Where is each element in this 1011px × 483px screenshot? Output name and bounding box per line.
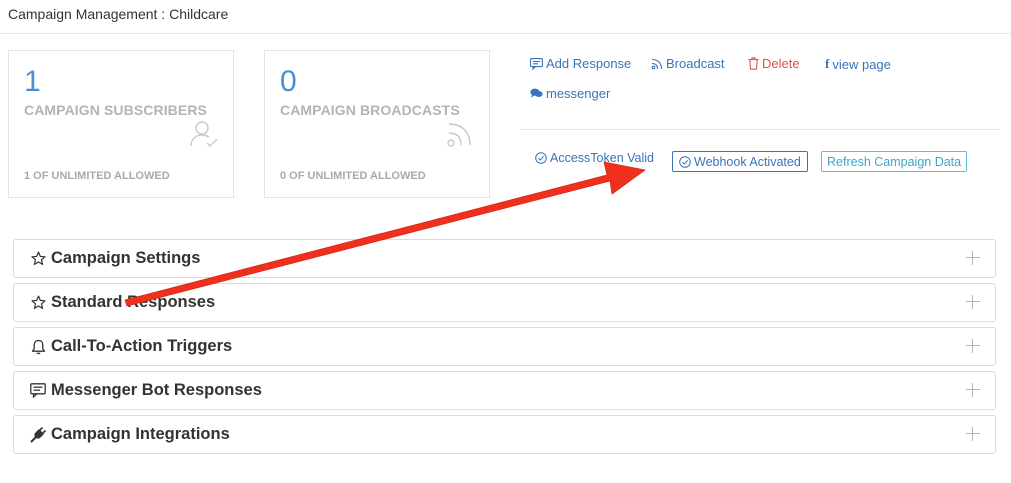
add-response-label: Add Response — [546, 56, 632, 71]
access-token-label: AccessToken Valid — [550, 151, 654, 165]
broadcasts-label: CAMPAIGN BROADCASTS — [280, 102, 460, 118]
panel-campaign-integrations[interactable]: Campaign Integrations — [13, 415, 996, 454]
refresh-campaign-button[interactable]: Refresh Campaign Data — [821, 151, 968, 172]
panel-campaign-settings[interactable]: Campaign Settings — [13, 239, 996, 278]
comment-icon — [530, 57, 543, 70]
user-check-icon — [190, 121, 218, 147]
delete-label: Delete — [762, 56, 800, 71]
subscribers-count: 1 — [24, 65, 41, 98]
panel-messenger-bot-responses[interactable]: Messenger Bot Responses — [13, 371, 996, 410]
facebook-icon: f — [825, 56, 830, 71]
plus-icon[interactable] — [965, 337, 981, 355]
subscribers-label: CAMPAIGN SUBSCRIBERS — [24, 102, 207, 118]
star-icon — [29, 250, 47, 268]
panel-standard-responses[interactable]: Standard Responses — [13, 283, 996, 322]
actions-divider — [520, 129, 1000, 130]
panel-title: Standard Responses — [51, 293, 216, 311]
refresh-label: Refresh Campaign Data — [827, 154, 962, 169]
plus-icon[interactable] — [965, 381, 981, 399]
broadcast-label: Broadcast — [666, 56, 725, 71]
broadcasts-count: 0 — [280, 65, 297, 98]
panel-title: Messenger Bot Responses — [51, 381, 262, 399]
subscribers-card: 1 CAMPAIGN SUBSCRIBERS 1 OF UNLIMITED AL… — [8, 50, 234, 198]
star-icon — [29, 294, 47, 312]
bell-icon — [29, 338, 47, 356]
panel-title: Campaign Integrations — [51, 425, 230, 443]
delete-link[interactable]: Delete — [748, 56, 800, 71]
panel-title: Call-To-Action Triggers — [51, 337, 233, 355]
check-circle-icon — [535, 152, 547, 164]
add-response-link[interactable]: Add Response — [530, 56, 631, 71]
webhook-label: Webhook Activated — [694, 154, 801, 169]
title-divider — [0, 33, 1011, 34]
subscribers-limit: 1 OF UNLIMITED ALLOWED — [24, 170, 170, 182]
plus-icon[interactable] — [965, 293, 981, 311]
comment-icon — [29, 382, 47, 400]
page-title: Campaign Management : Childcare — [8, 6, 229, 22]
check-circle-icon — [679, 155, 691, 168]
plus-icon[interactable] — [965, 425, 981, 443]
panel-call-to-action-triggers[interactable]: Call-To-Action Triggers — [13, 327, 996, 366]
messenger-label: messenger — [546, 86, 611, 101]
view-page-label: view page — [832, 56, 891, 72]
access-token-status: AccessToken Valid — [535, 151, 654, 165]
rss-icon — [447, 123, 471, 147]
view-page-link[interactable]: f view page — [825, 56, 891, 72]
webhook-status-badge: Webhook Activated — [672, 151, 808, 172]
broadcasts-card: 0 CAMPAIGN BROADCASTS 0 OF UNLIMITED ALL… — [264, 50, 490, 198]
rss-icon — [651, 58, 663, 69]
broadcasts-limit: 0 OF UNLIMITED ALLOWED — [280, 170, 426, 182]
comments-icon — [530, 88, 543, 98]
panel-title: Campaign Settings — [51, 249, 201, 267]
plug-icon — [29, 426, 47, 444]
broadcast-link[interactable]: Broadcast — [651, 56, 725, 71]
plus-icon[interactable] — [965, 249, 981, 267]
messenger-link[interactable]: messenger — [530, 86, 610, 101]
trash-icon — [748, 57, 759, 70]
